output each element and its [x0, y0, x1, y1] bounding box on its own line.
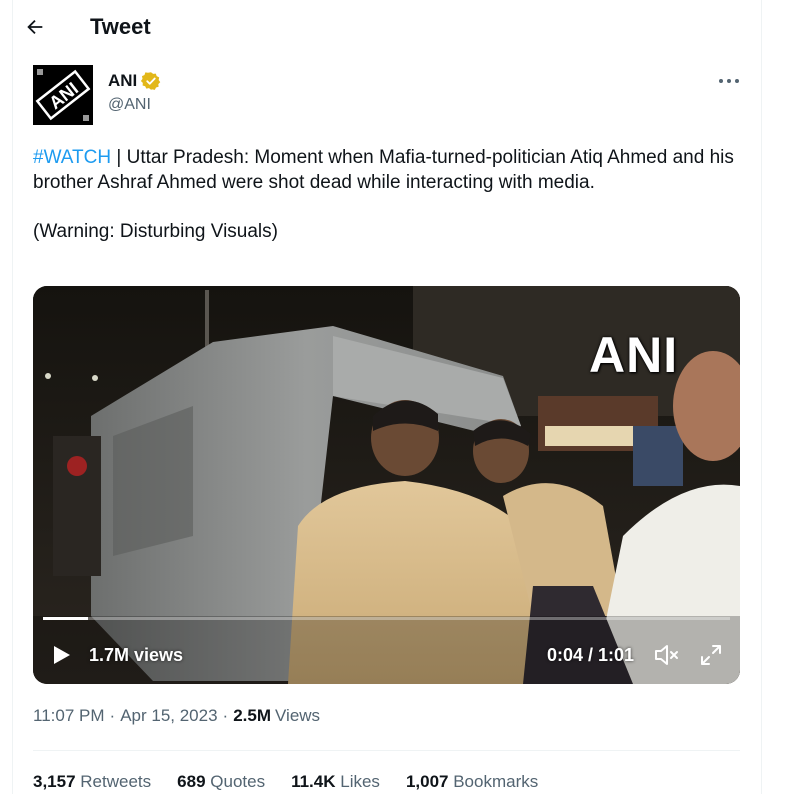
- hashtag-link[interactable]: #WATCH: [33, 147, 111, 168]
- views-count: 2.5M: [233, 706, 272, 725]
- back-button[interactable]: [20, 12, 50, 42]
- play-icon[interactable]: [49, 643, 73, 667]
- meta-dot: ·: [109, 706, 116, 725]
- column-border-left: [12, 0, 13, 794]
- author-name[interactable]: ANI: [108, 71, 137, 91]
- tweet-separator: |: [111, 147, 127, 168]
- stat-count: 11.4K: [291, 772, 336, 791]
- tweet-body: Uttar Pradesh: Moment when Mafia-turned-…: [33, 147, 734, 193]
- author-handle[interactable]: @ANI: [108, 96, 161, 114]
- tweet-time[interactable]: 11:07 PM: [33, 706, 105, 726]
- mute-icon[interactable]: [653, 642, 681, 668]
- stat-label: Likes: [340, 772, 380, 791]
- stat-label: Bookmarks: [453, 772, 539, 791]
- more-button[interactable]: [716, 70, 742, 92]
- video-progress-fill: [43, 617, 89, 620]
- tweet-meta: 11:07 PM · Apr 15, 2023 · 2.5M Views: [33, 706, 320, 726]
- meta-dot: ·: [222, 706, 229, 725]
- video-time: 0:04 / 1:01: [547, 645, 635, 665]
- stat-quotes[interactable]: 689 Quotes: [177, 772, 265, 792]
- video-watermark: ANI: [589, 327, 679, 383]
- engagement-stats: 3,157 Retweets 689 Quotes 11.4K Likes 1,…: [33, 772, 564, 792]
- stat-count: 1,007: [405, 772, 449, 791]
- divider: [33, 750, 740, 751]
- verified-badge-icon[interactable]: [141, 71, 161, 91]
- stat-count: 689: [177, 772, 206, 791]
- page-title: Tweet: [90, 14, 151, 39]
- views-label: Views: [275, 706, 321, 725]
- stat-likes[interactable]: 11.4K Likes: [291, 772, 380, 792]
- tweet-warning: (Warning: Disturbing Visuals): [33, 221, 278, 242]
- tweet-text: #WATCH | Uttar Pradesh: Moment when Mafi…: [33, 145, 738, 244]
- back-arrow-icon: [27, 19, 43, 35]
- ani-logo: ANI: [33, 65, 93, 125]
- author-info: ANI @ANI: [108, 70, 161, 114]
- avatar[interactable]: ANI: [33, 65, 93, 125]
- fullscreen-icon[interactable]: [699, 643, 723, 667]
- stat-label: Retweets: [80, 772, 152, 791]
- more-icon: [719, 79, 739, 83]
- stat-label: Quotes: [210, 772, 266, 791]
- video-player[interactable]: ANI 1.7M views 0:04 / 1:01: [33, 286, 740, 684]
- stat-retweets[interactable]: 3,157 Retweets: [33, 772, 151, 792]
- stat-bookmarks[interactable]: 1,007 Bookmarks: [406, 772, 538, 792]
- video-view-count: 1.7M views: [89, 645, 184, 665]
- video-progress-bar[interactable]: [43, 617, 730, 620]
- column-border-right: [761, 0, 762, 794]
- tweet-date[interactable]: Apr 15, 2023: [120, 706, 217, 726]
- stat-count: 3,157: [33, 772, 76, 791]
